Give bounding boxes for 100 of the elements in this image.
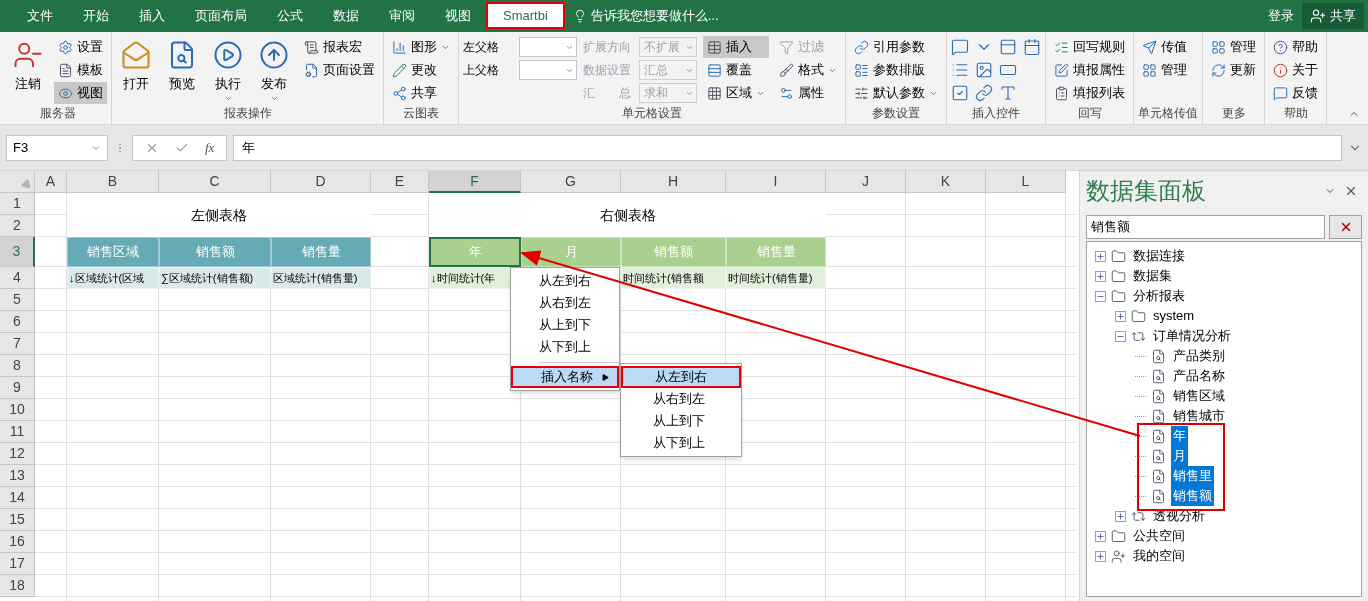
expand-icon[interactable] <box>1095 250 1106 262</box>
ribbon-button[interactable]: 更改 <box>388 59 454 81</box>
expand-icon[interactable] <box>1095 550 1106 562</box>
ribbon-button[interactable]: 传值 <box>1138 36 1191 58</box>
ribbon-button[interactable]: 图形 <box>388 36 454 58</box>
row-header[interactable]: 16 <box>0 531 35 553</box>
row-header[interactable]: 10 <box>0 399 35 421</box>
column-header[interactable]: K <box>906 171 986 193</box>
ribbon-button[interactable]: 填报列表 <box>1050 82 1129 104</box>
function-button[interactable]: fx <box>205 137 215 158</box>
ribbon-button[interactable]: 关于 <box>1269 59 1322 81</box>
checkbox-icon[interactable] <box>951 84 969 102</box>
collapse-icon[interactable] <box>1095 290 1106 302</box>
tree-item[interactable]: 订单情况分析 <box>1151 326 1233 346</box>
tell-me-field[interactable]: 告诉我您想要做什么... <box>590 5 719 26</box>
ribbon-button[interactable]: 报表宏 <box>300 36 379 58</box>
menu-tab[interactable]: 文件 <box>12 2 68 29</box>
ribbon-button[interactable]: 参数排版 <box>850 59 942 81</box>
ribbon-button[interactable]: 反馈 <box>1269 82 1322 104</box>
ribbon-button[interactable]: 插入 <box>703 36 769 58</box>
tree-item[interactable]: 公共空间 <box>1131 526 1187 546</box>
menu-tab[interactable]: 开始 <box>68 2 124 29</box>
menu-item[interactable]: 从右到左 <box>511 292 619 314</box>
expand-icon[interactable] <box>1115 310 1126 322</box>
menu-item[interactable]: 从下到上 <box>511 336 619 358</box>
row-header[interactable]: 6 <box>0 311 35 333</box>
tree-item[interactable]: 月 <box>1171 446 1188 466</box>
column-header[interactable]: A <box>35 171 67 193</box>
tree-item[interactable]: system <box>1151 306 1197 326</box>
column-header[interactable]: B <box>67 171 159 193</box>
expand-icon[interactable] <box>1095 270 1106 282</box>
speech-bubble-icon[interactable] <box>951 38 969 56</box>
row-header[interactable]: 3 <box>0 237 35 267</box>
ribbon-button[interactable]: 模板 <box>54 59 107 81</box>
image-icon[interactable] <box>975 61 993 79</box>
tree-item[interactable]: 产品名称 <box>1171 366 1227 386</box>
column-header[interactable]: F <box>429 171 521 193</box>
column-header[interactable]: J <box>826 171 906 193</box>
ribbon-button[interactable]: 管理 <box>1138 59 1191 81</box>
row-header[interactable]: 12 <box>0 443 35 465</box>
ribbon-button[interactable]: 默认参数 <box>850 82 942 104</box>
row-header[interactable]: 17 <box>0 553 35 575</box>
link-icon[interactable] <box>975 84 993 102</box>
column-header[interactable]: G <box>521 171 621 193</box>
tree-item[interactable]: 年 <box>1171 426 1188 446</box>
ribbon-button[interactable]: 覆盖 <box>703 59 769 81</box>
row-header[interactable]: 9 <box>0 377 35 399</box>
tree-item[interactable]: 我的空间 <box>1131 546 1187 566</box>
menu-item[interactable]: 插入名称 <box>511 366 619 388</box>
tree-item[interactable]: 产品类别 <box>1171 346 1227 366</box>
row-header[interactable]: 8 <box>0 355 35 377</box>
menu-tab[interactable]: 插入 <box>124 2 180 29</box>
ribbon-button[interactable]: 设置 <box>54 36 107 58</box>
tree-item[interactable]: 销售额 <box>1171 486 1214 506</box>
column-header[interactable]: L <box>986 171 1066 193</box>
ribbon-button[interactable]: 管理 <box>1207 36 1260 58</box>
ribbon-button[interactable]: 帮助 <box>1269 36 1322 58</box>
ribbon-button[interactable]: 预览 <box>162 36 202 94</box>
ribbon-button[interactable]: 执行 <box>208 36 248 103</box>
menu-item[interactable]: 从下到上 <box>621 432 741 454</box>
formula-input[interactable]: 年 <box>233 134 1342 161</box>
tree-item[interactable]: 销售里 <box>1171 466 1214 486</box>
column-header[interactable]: C <box>159 171 271 193</box>
text-icon[interactable] <box>999 84 1017 102</box>
ribbon-button[interactable]: 格式 <box>775 59 841 81</box>
menu-tab[interactable]: 数据 <box>318 2 374 29</box>
tree-item[interactable]: 数据连接 <box>1131 246 1187 266</box>
ribbon-button[interactable]: 发布 <box>254 36 294 103</box>
row-header[interactable]: 14 <box>0 487 35 509</box>
dropdown-field[interactable] <box>519 37 577 57</box>
expand-icon[interactable] <box>1115 510 1126 522</box>
menu-item[interactable]: 从左到右 <box>621 366 741 388</box>
list-icon[interactable] <box>951 61 969 79</box>
ribbon-button[interactable]: 引用参数 <box>850 36 942 58</box>
row-header[interactable]: 5 <box>0 289 35 311</box>
search-field[interactable]: 销售额 <box>1086 215 1325 239</box>
row-header[interactable]: 11 <box>0 421 35 443</box>
calendar-icon[interactable] <box>1023 38 1041 56</box>
share-button[interactable]: 共享 <box>1302 3 1364 29</box>
column-header[interactable]: E <box>371 171 429 193</box>
tree-item[interactable]: 销售区域 <box>1171 386 1227 406</box>
close-icon[interactable] <box>1344 184 1358 198</box>
panel-icon[interactable] <box>999 38 1017 56</box>
clear-button[interactable] <box>1329 215 1362 239</box>
menu-tab[interactable]: Smartbi <box>486 2 565 29</box>
collapse-icon[interactable] <box>1115 330 1126 342</box>
menu-tab[interactable]: 页面布局 <box>180 2 262 29</box>
ribbon-button[interactable]: 视图 <box>54 82 107 104</box>
name-box[interactable]: F3 <box>6 134 108 161</box>
row-header[interactable]: 1 <box>0 193 35 215</box>
expand-icon[interactable] <box>1095 530 1106 542</box>
ribbon-button[interactable]: 更新 <box>1207 59 1260 81</box>
login-link[interactable]: 登录 <box>1268 6 1294 26</box>
tree-item[interactable]: 数据集 <box>1131 266 1174 286</box>
row-header[interactable]: 13 <box>0 465 35 487</box>
row-header[interactable]: 18 <box>0 575 35 597</box>
row-header[interactable]: 15 <box>0 509 35 531</box>
ribbon-button[interactable]: 属性 <box>775 82 841 104</box>
menu-item[interactable]: 从右到左 <box>621 388 741 410</box>
menu-tab[interactable]: 公式 <box>262 2 318 29</box>
